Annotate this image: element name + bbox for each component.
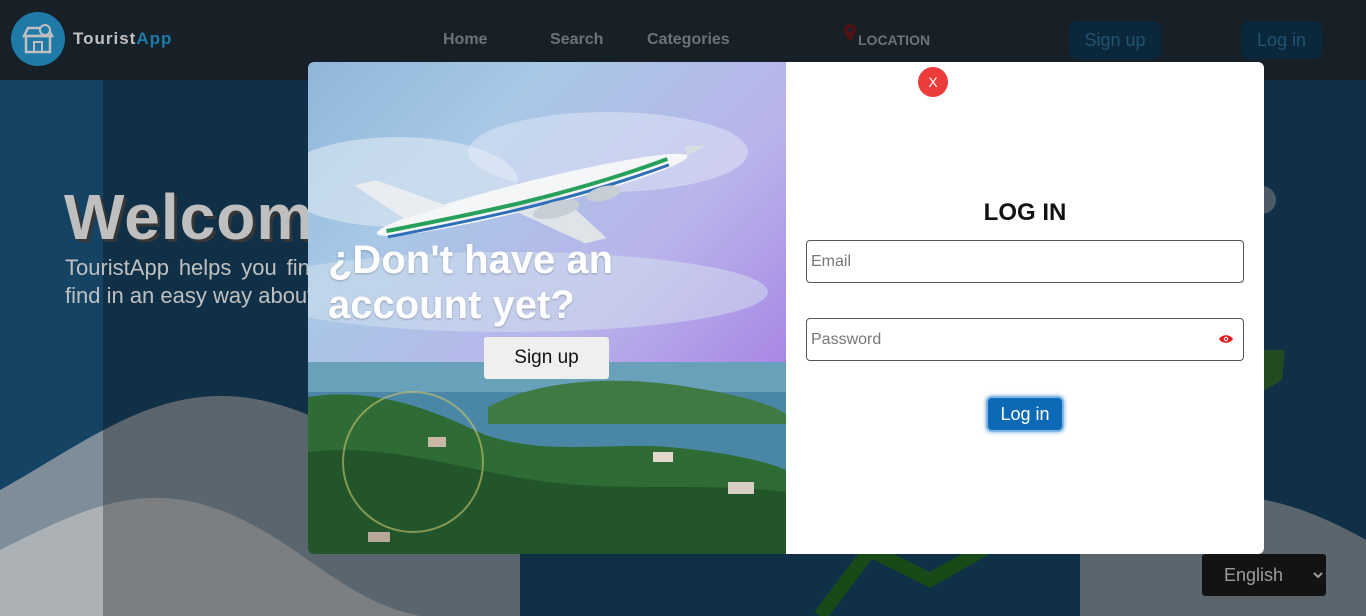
password-placeholder: Password (811, 330, 882, 348)
modal-promo-panel: ¿Don't have an account yet? Sign up (308, 62, 786, 554)
eye-icon[interactable] (1219, 334, 1233, 344)
password-field[interactable]: Password (806, 318, 1244, 361)
email-field[interactable]: Email (806, 240, 1244, 283)
email-placeholder: Email (811, 252, 852, 270)
modal-login-panel: LOG IN Email Password Log in (786, 62, 1264, 554)
promo-text: ¿Don't have an account yet? (328, 238, 614, 327)
login-title: LOG IN (983, 199, 1067, 226)
promo-signup-button[interactable]: Sign up (484, 337, 609, 379)
close-button[interactable]: X (918, 67, 948, 97)
login-submit-button[interactable]: Log in (986, 396, 1064, 432)
login-modal: ¿Don't have an account yet? Sign up LOG … (308, 62, 1264, 554)
close-icon: X (928, 74, 938, 90)
